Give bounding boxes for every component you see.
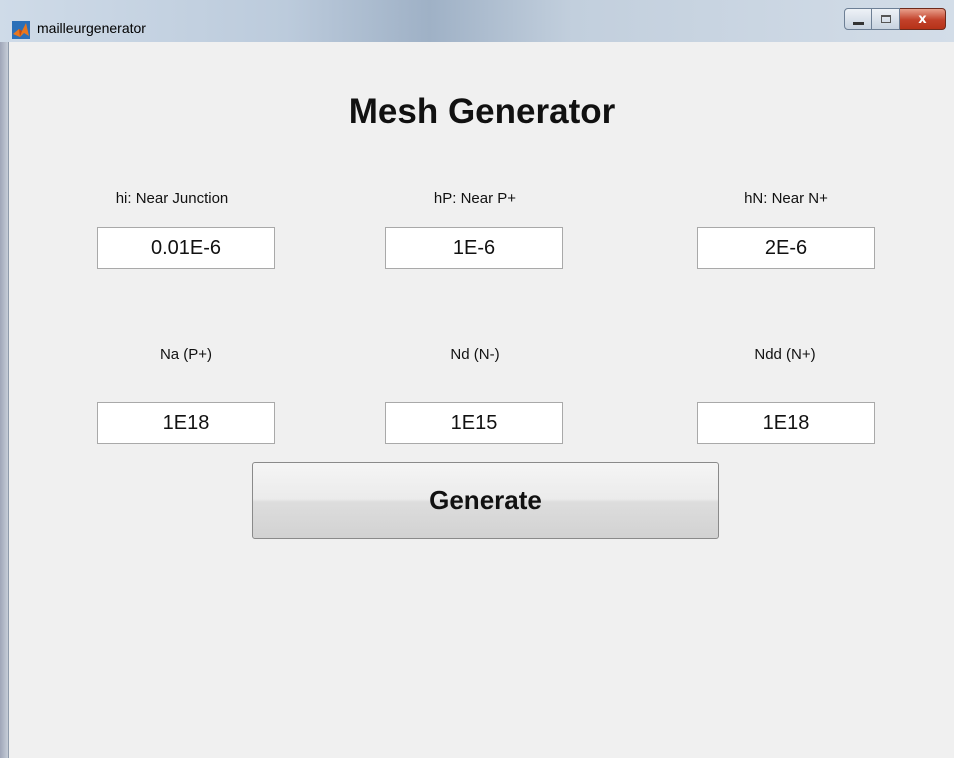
minimize-button[interactable] (844, 8, 872, 30)
app-window: mailleurgenerator x Mesh Generator hi: N… (0, 0, 954, 758)
hn-input[interactable] (697, 227, 875, 269)
hp-input[interactable] (385, 227, 563, 269)
window-title: mailleurgenerator (37, 20, 146, 36)
minimize-icon (852, 21, 864, 25)
hn-label: hN: Near N+ (744, 190, 828, 207)
window-left-border (0, 42, 8, 758)
form-panel: Mesh Generator hi: Near Junction hP: Nea… (8, 42, 954, 758)
ndd-input[interactable] (697, 402, 875, 444)
nd-input[interactable] (385, 402, 563, 444)
window-controls: x (844, 8, 946, 32)
maximize-icon (880, 15, 891, 23)
hi-label: hi: Near Junction (115, 190, 229, 207)
nd-label: Nd (N-) (450, 346, 500, 363)
ndd-label: Ndd (N+) (754, 346, 816, 363)
close-button[interactable]: x (900, 8, 946, 30)
title-bar[interactable]: mailleurgenerator x (0, 0, 954, 42)
generate-button[interactable]: Generate (252, 462, 719, 539)
maximize-button[interactable] (872, 8, 900, 30)
page-title: Mesh Generator (348, 92, 616, 131)
close-icon: x (918, 11, 927, 27)
matlab-icon (12, 21, 30, 39)
hp-label: hP: Near P+ (433, 190, 517, 207)
na-input[interactable] (97, 402, 275, 444)
hi-input[interactable] (97, 227, 275, 269)
na-label: Na (P+) (159, 346, 213, 363)
